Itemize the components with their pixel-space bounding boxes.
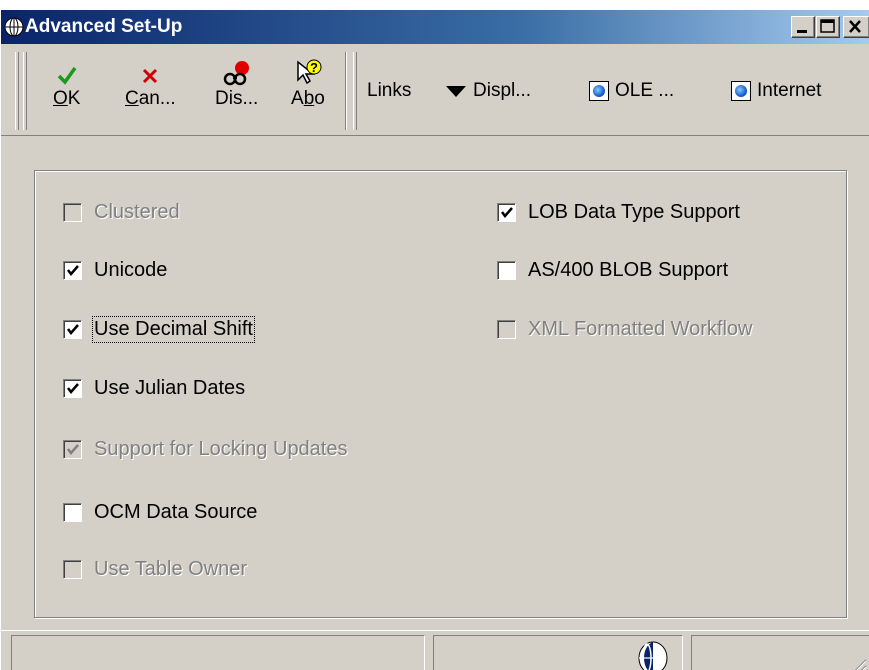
use-table-owner-checkbox[interactable]: Use Table Owner [63, 558, 247, 581]
help-cursor-icon: ? [297, 59, 322, 85]
use-decimal-shift-label: Use Decimal Shift [92, 316, 255, 343]
checkbox-box [63, 203, 82, 222]
use-julian-dates-label: Use Julian Dates [94, 377, 246, 399]
as400-blob-support-checkbox[interactable]: AS/400 BLOB Support [497, 259, 728, 282]
use-decimal-shift-checkbox[interactable]: Use Decimal Shift [63, 316, 255, 343]
ocm-data-source-checkbox[interactable]: OCM Data Source [63, 501, 257, 524]
lob-data-type-support-label: LOB Data Type Support [528, 201, 740, 223]
links-label: Links [367, 80, 412, 101]
lob-data-type-support-checkbox[interactable]: LOB Data Type Support [497, 201, 740, 224]
svg-text:?: ? [310, 60, 318, 75]
ok-label: K [67, 88, 81, 109]
document-globe-icon [589, 81, 609, 101]
display-menu-label: Displ... [473, 80, 532, 101]
checkbox-box [63, 560, 82, 579]
checkmark-icon [67, 383, 79, 394]
cancel-mnemonic: C [125, 88, 139, 109]
options-group: Clustered Unicode Use Decimal Shift Use … [34, 170, 847, 618]
document-globe-icon [731, 81, 751, 101]
window-title: Advanced Set-Up [25, 16, 183, 37]
checkmark-icon [67, 324, 79, 335]
checkbox-box [63, 379, 82, 398]
options-panel: Clustered Unicode Use Decimal Shift Use … [1, 137, 869, 618]
clustered-checkbox[interactable]: Clustered [63, 201, 180, 224]
toolbar-grip[interactable] [15, 52, 19, 130]
about-mnemonic: b [303, 88, 315, 109]
minimize-icon [797, 30, 807, 33]
checkbox-box [497, 261, 516, 280]
checkmark-icon [67, 444, 79, 455]
close-button[interactable] [843, 16, 869, 38]
support-locking-updates-label: Support for Locking Updates [94, 438, 348, 460]
toolbar-separator [345, 52, 347, 130]
use-table-owner-label: Use Table Owner [94, 558, 248, 580]
cancel-label: an... [138, 88, 176, 109]
ok-button[interactable]: OK [53, 58, 80, 110]
status-pane-right [691, 635, 869, 670]
about-button[interactable]: ? Abo [291, 58, 325, 110]
ole-button[interactable]: OLE ... [589, 80, 674, 102]
internet-label: Internet [757, 80, 822, 101]
links-menu[interactable]: Links [367, 80, 411, 102]
display-button[interactable]: Dis... [215, 58, 258, 110]
resize-grip-icon[interactable] [845, 656, 867, 670]
checkmark-icon [67, 265, 79, 276]
clustered-label: Clustered [94, 201, 180, 223]
ocm-data-source-label: OCM Data Source [94, 501, 258, 523]
maximize-button[interactable] [816, 16, 840, 38]
unicode-checkbox[interactable]: Unicode [63, 259, 167, 282]
checkbox-box [63, 440, 82, 459]
toolbar-grip[interactable] [23, 52, 27, 130]
maximize-icon [820, 19, 835, 33]
internet-button[interactable]: Internet [731, 80, 821, 102]
use-julian-dates-checkbox[interactable]: Use Julian Dates [63, 377, 245, 400]
xml-formatted-workflow-checkbox[interactable]: XML Formatted Workflow [497, 318, 753, 341]
checkbox-box [63, 503, 82, 522]
about-label-pre: A [291, 88, 304, 109]
status-pane-main [11, 635, 425, 670]
toolbar-grip[interactable] [353, 52, 357, 130]
x-icon [143, 68, 158, 84]
cancel-button[interactable]: Can... [125, 58, 176, 110]
status-pane-secondary [433, 635, 683, 670]
xml-formatted-workflow-label: XML Formatted Workflow [528, 318, 753, 340]
unicode-label: Unicode [94, 259, 168, 281]
checkbox-box [63, 320, 82, 339]
minimize-button[interactable] [791, 16, 815, 38]
checkbox-box [497, 203, 516, 222]
ole-label: OLE ... [615, 80, 675, 101]
support-locking-updates-checkbox[interactable]: Support for Locking Updates [63, 438, 348, 461]
as400-blob-support-label: AS/400 BLOB Support [528, 259, 729, 281]
advanced-setup-window: Advanced Set-Up OK Can... Dis... ? Abo L… [0, 10, 869, 670]
checkbox-box [63, 261, 82, 280]
binoculars-icon [223, 61, 249, 86]
globe-app-icon [4, 17, 24, 37]
checkmark-icon [57, 66, 77, 85]
display-menu[interactable]: Displ... [445, 80, 531, 102]
title-bar[interactable]: Advanced Set-Up [1, 10, 869, 44]
close-icon [849, 20, 861, 33]
status-bar [1, 630, 869, 670]
about-label-post: o [314, 88, 325, 109]
checkbox-box [497, 320, 516, 339]
checkmark-icon [501, 207, 513, 218]
dropdown-arrow-icon [446, 86, 466, 97]
ok-mnemonic: O [53, 88, 68, 109]
toolbar: OK Can... Dis... ? Abo Links Displ... OL… [1, 44, 869, 136]
display-label: Dis... [215, 88, 259, 109]
globe-icon [638, 641, 668, 670]
